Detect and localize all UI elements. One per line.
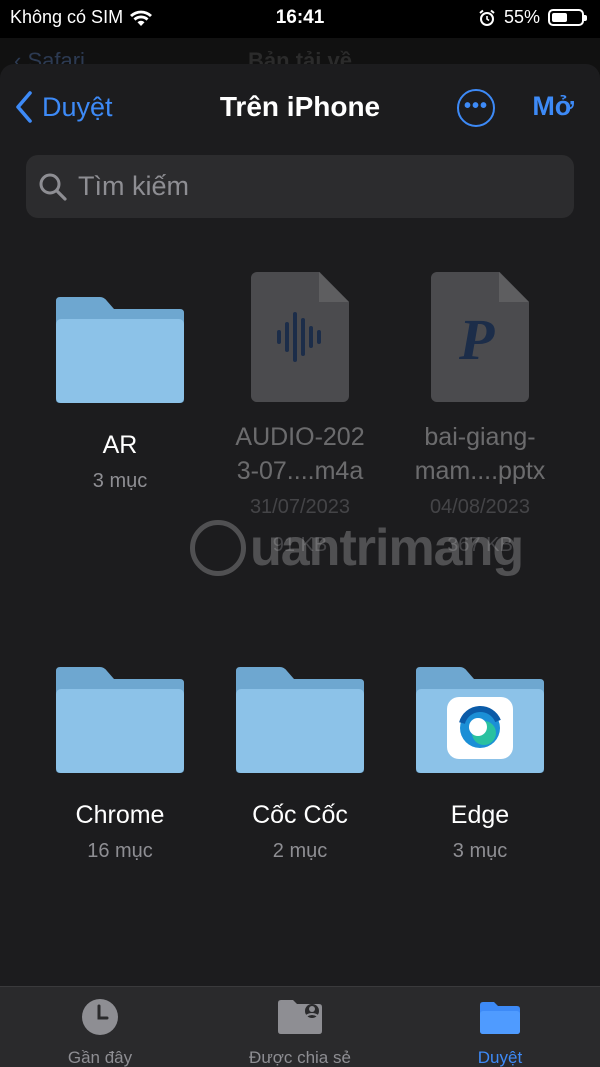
- more-button[interactable]: •••: [457, 89, 495, 127]
- folder-ar[interactable]: AR 3 mục: [30, 295, 210, 500]
- edge-folder-icon: [416, 667, 544, 773]
- item-count: 3 mục: [92, 470, 148, 492]
- tab-browse[interactable]: Duyệt: [400, 997, 600, 1067]
- battery-icon: [548, 9, 587, 26]
- shared-folder-icon: [278, 1000, 322, 1034]
- clock-icon: [82, 999, 118, 1035]
- item-name: Edge: [450, 801, 510, 829]
- tab-shared[interactable]: Được chia sẻ: [200, 997, 400, 1067]
- item-name: AR: [102, 431, 138, 459]
- folder-icon: [236, 667, 364, 773]
- keynote-file-icon: P: [431, 272, 529, 402]
- chevron-left-icon: [16, 91, 32, 123]
- watermark-logo-icon: [190, 520, 246, 576]
- alarm-icon: [479, 9, 495, 26]
- status-right: 55%: [478, 7, 587, 28]
- item-count: 3 mục: [452, 840, 508, 862]
- presentation-icon: P: [459, 307, 495, 372]
- tab-recents[interactable]: Gần đây: [0, 997, 200, 1067]
- folder-chrome[interactable]: Chrome 16 mục: [30, 665, 210, 870]
- item-count: 2 mục: [272, 840, 328, 862]
- item-count: 16 mục: [87, 840, 153, 862]
- search-placeholder: Tìm kiếm: [78, 171, 189, 201]
- watermark: uantrimang: [190, 518, 524, 578]
- item-name: bai-giang-mam....pptx: [414, 423, 546, 485]
- battery-percent: 55%: [503, 7, 540, 27]
- tab-label: Gần đây: [67, 1048, 133, 1067]
- item-name: Cốc Cốc: [252, 801, 348, 829]
- back-label: Duyệt: [42, 91, 113, 122]
- folder-coccoc[interactable]: Cốc Cốc 2 mục: [210, 665, 390, 870]
- folder-icon: [56, 297, 184, 403]
- ellipsis-icon: •••: [463, 95, 488, 117]
- back-button[interactable]: Duyệt: [14, 90, 113, 124]
- status-bar: Không có SIM 16:41 55%: [0, 0, 600, 36]
- tab-label: Duyệt: [477, 1048, 523, 1067]
- navigation-bar: Duyệt Trên iPhone ••• Mở: [0, 64, 600, 152]
- open-button[interactable]: Mở: [532, 91, 574, 122]
- tab-label: Được chia sẻ: [249, 1048, 351, 1067]
- item-name: Chrome: [75, 801, 165, 829]
- item-name: AUDIO-202 3-07....m4a: [235, 423, 365, 485]
- folder-filled-icon: [480, 1002, 520, 1034]
- folder-icon: [56, 667, 184, 773]
- waveform-icon: [277, 312, 321, 362]
- audio-file-icon: [251, 272, 349, 402]
- files-sheet: Duyệt Trên iPhone ••• Mở Tìm kiếm AR 3 m…: [0, 64, 600, 1067]
- tab-bar: Gần đây Được chia sẻ Duyệt: [0, 986, 600, 1067]
- search-icon: [39, 173, 67, 201]
- folder-edge[interactable]: Edge 3 mục: [390, 665, 570, 870]
- search-field[interactable]: Tìm kiếm: [26, 155, 574, 218]
